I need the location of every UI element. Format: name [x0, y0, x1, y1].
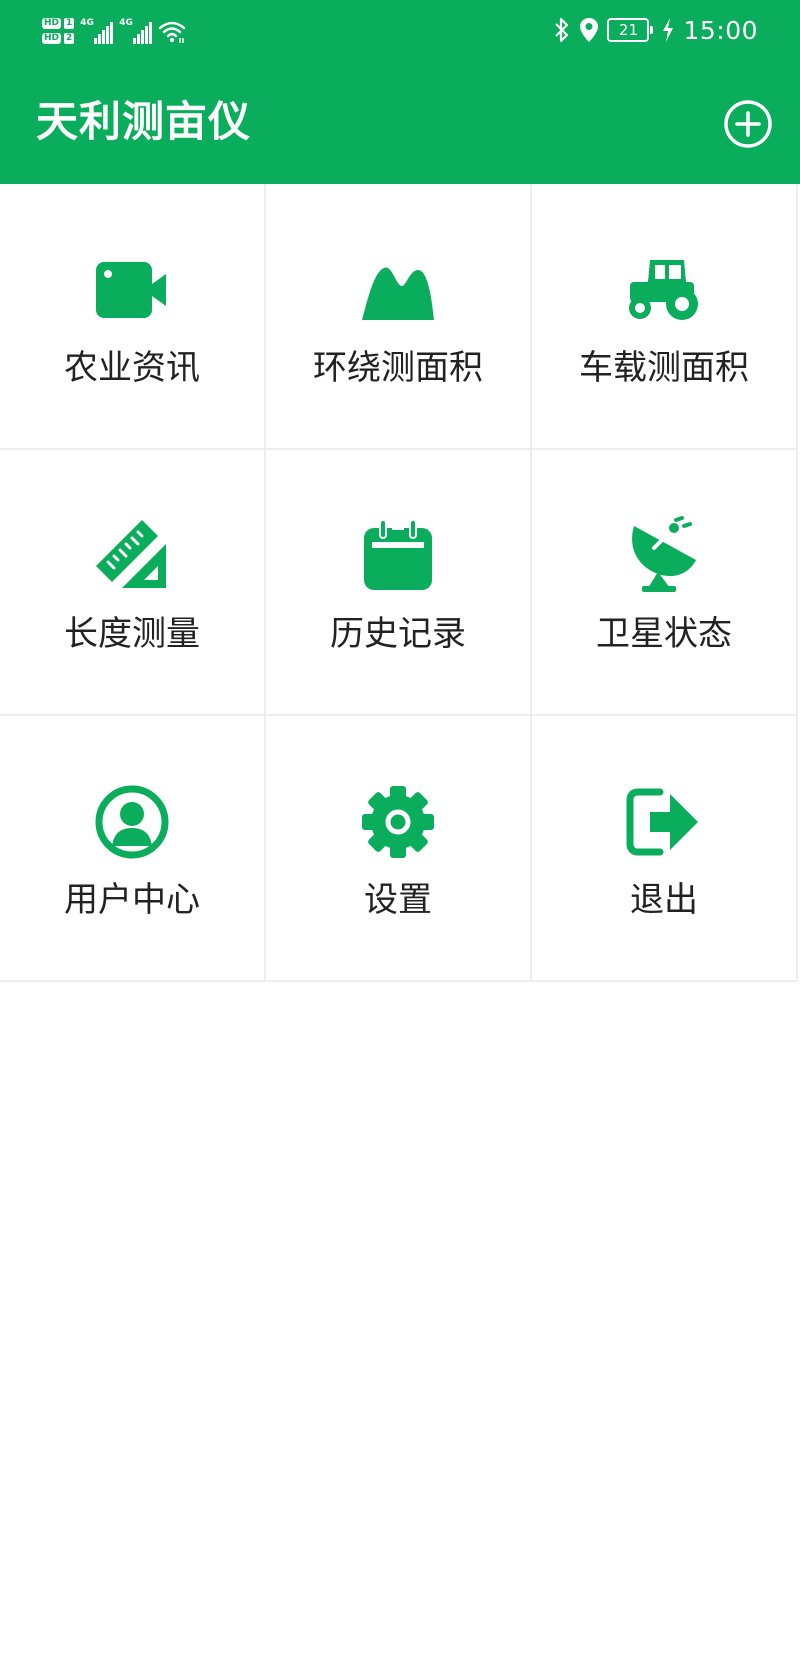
status-time: 15:00 — [683, 15, 758, 45]
calendar-icon — [358, 516, 438, 596]
sim1-badge: HD 1 — [42, 18, 75, 29]
tractor-icon — [624, 250, 704, 330]
battery-indicator: 21 — [607, 18, 654, 42]
sim2-number: 2 — [64, 33, 75, 44]
menu-item-label: 环绕测面积 — [313, 348, 483, 388]
status-right-group: 21 15:00 — [553, 10, 758, 50]
menu-item-vehicle-area[interactable]: 车载测面积 — [532, 184, 798, 450]
menu-item-label: 历史记录 — [330, 614, 466, 654]
sim1-hd-label: HD — [42, 18, 62, 29]
status-bar: HD 1 HD 2 4G 4G 21 15:00 — [0, 0, 800, 62]
menu-item-agri-news[interactable]: 农业资讯 — [0, 184, 266, 450]
charging-icon — [663, 18, 674, 42]
menu-item-satellite-status[interactable]: 卫星状态 — [532, 450, 798, 716]
app-bar: 天利测亩仪 — [0, 62, 800, 184]
video-camera-icon — [92, 250, 172, 330]
menu-item-settings[interactable]: 设置 — [266, 716, 532, 982]
status-left-group: HD 1 HD 2 4G 4G — [42, 8, 186, 54]
menu-item-label: 农业资讯 — [64, 348, 200, 388]
gear-icon — [358, 782, 438, 862]
network-type-1: 4G — [80, 18, 94, 28]
plus-circle-icon — [724, 100, 772, 148]
signal-strength-icon-2: 4G — [119, 18, 153, 44]
network-type-2: 4G — [119, 18, 133, 28]
menu-item-history[interactable]: 历史记录 — [266, 450, 532, 716]
ruler-icon — [92, 516, 172, 596]
location-icon — [580, 18, 599, 42]
menu-item-user-center[interactable]: 用户中心 — [0, 716, 266, 982]
add-button[interactable] — [722, 98, 774, 150]
sim1-number: 1 — [64, 18, 75, 29]
menu-grid: 农业资讯 环绕测面积 车载测面积 长度测量 历史记录 卫星状态 用户中心 设置 … — [0, 184, 800, 982]
sim2-badge: HD 2 — [42, 33, 75, 44]
user-circle-icon — [92, 782, 172, 862]
exit-icon — [624, 782, 704, 862]
page-title: 天利测亩仪 — [36, 97, 252, 146]
menu-item-length-measure[interactable]: 长度测量 — [0, 450, 266, 716]
signal-strength-icon-1: 4G — [80, 18, 114, 44]
menu-item-label: 车载测面积 — [579, 348, 749, 388]
sim2-hd-label: HD — [42, 33, 62, 44]
sim-badges: HD 1 HD 2 — [42, 18, 75, 44]
menu-item-label: 退出 — [630, 880, 698, 920]
menu-item-surround-area[interactable]: 环绕测面积 — [266, 184, 532, 450]
menu-item-exit[interactable]: 退出 — [532, 716, 798, 982]
mountain-icon — [358, 250, 438, 330]
bluetooth-icon — [555, 17, 569, 43]
menu-item-label: 设置 — [364, 880, 432, 920]
menu-item-label: 卫星状态 — [596, 614, 732, 654]
menu-item-label: 用户中心 — [64, 880, 200, 920]
wifi-icon — [159, 21, 186, 43]
satellite-dish-icon — [624, 516, 704, 596]
menu-item-label: 长度测量 — [64, 614, 200, 654]
